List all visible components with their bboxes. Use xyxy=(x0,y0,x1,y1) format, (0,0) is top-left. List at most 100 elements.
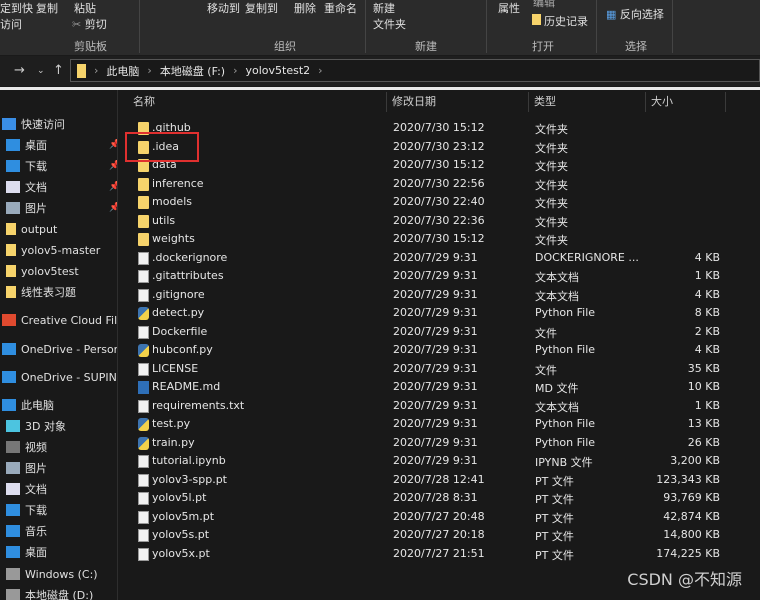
file-row[interactable]: data 2020/7/30 15:12 文件夹 xyxy=(130,156,730,174)
document-icon xyxy=(6,483,20,495)
file-row[interactable]: Dockerfile 2020/7/29 9:31 文件 2 KB xyxy=(130,323,730,341)
file-name: detect.py xyxy=(152,306,205,319)
breadcrumb-item[interactable]: yolov5test2 xyxy=(245,64,310,77)
sidebar-item[interactable]: yolov5test xyxy=(6,261,79,281)
file-row[interactable]: .idea 2020/7/30 23:12 文件夹 xyxy=(130,138,730,156)
file-row[interactable]: .gitignore 2020/7/29 9:31 文本文档 4 KB xyxy=(130,286,730,304)
file-row[interactable]: README.md 2020/7/29 9:31 MD 文件 10 KB xyxy=(130,378,730,396)
column-header-size[interactable]: 大小 xyxy=(646,92,726,112)
python-file-icon xyxy=(138,307,149,320)
file-row[interactable]: LICENSE 2020/7/29 9:31 文件 35 KB xyxy=(130,360,730,378)
recent-dropdown[interactable]: ⌄ xyxy=(37,66,45,76)
cut-button[interactable]: ✂ 剪切 xyxy=(72,16,107,32)
pin-quick-access-button[interactable]: 定到快 访问 xyxy=(0,0,33,32)
file-type: 文本文档 xyxy=(535,289,579,303)
python-file-icon xyxy=(138,436,149,450)
history-button[interactable]: 历史记录 xyxy=(532,13,588,29)
properties-button[interactable]: 属性 xyxy=(498,0,520,16)
sidebar-item[interactable]: 图片 📌 xyxy=(6,198,117,218)
sidebar-item[interactable]: 下载 xyxy=(6,500,47,520)
file-name: .gitignore xyxy=(152,287,205,301)
file-row[interactable]: .github 2020/7/30 15:12 文件夹 xyxy=(130,119,730,137)
edit-button[interactable]: 编辑 xyxy=(533,0,555,10)
pin-icon[interactable]: 📌 xyxy=(109,203,117,213)
file-name: utils xyxy=(152,213,176,227)
file-size: 13 KB xyxy=(687,417,720,430)
breadcrumb-item[interactable]: 此电脑 xyxy=(106,63,139,79)
sidebar-item-label: Creative Cloud Files xyxy=(21,313,118,327)
chevron-icon: › xyxy=(147,64,152,77)
sidebar-item[interactable]: 文档 📌 xyxy=(6,177,117,197)
file-row[interactable]: models 2020/7/30 22:40 文件夹 xyxy=(130,193,730,211)
file-row[interactable]: yolov3-spp.pt 2020/7/28 12:41 PT 文件 123,343… xyxy=(130,471,730,489)
file-date: 2020/7/27 21:51 xyxy=(393,546,485,560)
pin-icon[interactable]: 📌 xyxy=(109,161,117,171)
rename-button[interactable]: 重命名 xyxy=(324,0,357,16)
sidebar-item[interactable]: 线性表习题 xyxy=(6,282,76,302)
up-button[interactable]: ↑ xyxy=(53,63,64,78)
sidebar-item[interactable]: 视频 xyxy=(6,437,47,457)
file-row[interactable]: utils 2020/7/30 22:36 文件夹 xyxy=(130,212,730,230)
copy-button[interactable]: 复制 xyxy=(36,0,58,16)
file-row[interactable]: requirements.txt 2020/7/29 9:31 文本文档 1 KB xyxy=(130,397,730,415)
file-row[interactable]: weights 2020/7/30 15:12 文件夹 xyxy=(130,230,730,248)
new-folder-label-2: 文件夹 xyxy=(373,18,406,31)
file-row[interactable]: yolov5m.pt 2020/7/27 20:48 PT 文件 42,874 KB xyxy=(130,508,730,526)
sidebar-item[interactable]: yolov5-master xyxy=(6,240,100,260)
file-icon xyxy=(138,492,149,505)
file-row[interactable]: yolov5s.pt 2020/7/27 20:18 PT 文件 14,800 KB xyxy=(130,526,730,544)
file-date: 2020/7/29 9:31 xyxy=(393,361,478,375)
sidebar-item[interactable]: 快速访问 xyxy=(2,114,65,134)
pin-icon[interactable]: 📌 xyxy=(109,182,117,192)
copy-to-button[interactable]: 复制到 xyxy=(245,0,278,16)
file-row[interactable]: tutorial.ipynb 2020/7/29 9:31 IPYNB 文件 3,20… xyxy=(130,452,730,470)
sidebar-item[interactable]: 音乐 xyxy=(6,521,47,541)
file-row[interactable]: yolov5x.pt 2020/7/27 21:51 PT 文件 174,225 KB xyxy=(130,545,730,563)
sidebar-item[interactable]: 桌面 📌 xyxy=(6,135,117,155)
sidebar-item[interactable]: OneDrive - SUPINFO xyxy=(2,367,117,387)
sidebar-item-label: 图片 xyxy=(25,202,47,215)
sidebar-item-label: 线性表习题 xyxy=(21,286,76,299)
file-row[interactable]: yolov5l.pt 2020/7/28 8:31 PT 文件 93,769 KB xyxy=(130,489,730,507)
file-row[interactable]: train.py 2020/7/29 9:31 Python File 26 KB xyxy=(130,434,730,452)
breadcrumb-item[interactable]: 本地磁盘 (F:) xyxy=(160,63,225,79)
forward-button[interactable]: → xyxy=(14,63,25,78)
file-type: 文件夹 xyxy=(535,234,568,247)
column-header-date[interactable]: 修改日期 xyxy=(387,92,529,112)
file-size: 14,800 KB xyxy=(663,528,720,541)
file-icon xyxy=(138,362,149,376)
file-date: 2020/7/30 15:12 xyxy=(393,121,485,134)
sidebar-item[interactable]: 本地磁盘 (D:) xyxy=(6,585,93,600)
move-to-button[interactable]: 移动到 xyxy=(207,0,240,16)
file-type: Python File xyxy=(535,306,596,319)
file-row[interactable]: inference 2020/7/30 22:56 文件夹 xyxy=(130,175,730,193)
sidebar-item[interactable]: Windows (C:) xyxy=(6,564,98,584)
file-size: 1 KB xyxy=(694,269,720,282)
pin-icon[interactable]: 📌 xyxy=(109,140,117,150)
new-folder-button[interactable]: 新建 文件夹 xyxy=(373,0,406,32)
sidebar-item[interactable]: OneDrive - Personal xyxy=(2,339,117,359)
address-bar[interactable]: › 此电脑 › 本地磁盘 (F:) › yolov5test2 › xyxy=(70,59,760,82)
sidebar-item-label: 图片 xyxy=(25,462,47,475)
file-row[interactable]: hubconf.py 2020/7/29 9:31 Python File 4 KB xyxy=(130,341,730,359)
file-date: 2020/7/27 20:18 xyxy=(393,528,485,541)
file-date: 2020/7/29 9:31 xyxy=(393,343,478,356)
sidebar-item[interactable]: 此电脑 xyxy=(2,395,54,415)
file-row[interactable]: .dockerignore 2020/7/29 9:31 DOCKERIGNORE … xyxy=(130,249,730,267)
column-header-type[interactable]: 类型 xyxy=(529,92,646,112)
sidebar-item[interactable]: 图片 xyxy=(6,458,47,478)
delete-button[interactable]: 删除 xyxy=(294,0,316,16)
sidebar-item[interactable]: Creative Cloud Files xyxy=(2,310,118,330)
paste-button[interactable]: 粘贴 xyxy=(74,0,96,16)
invert-selection-button[interactable]: ▦ 反向选择 xyxy=(606,6,664,22)
sidebar-item[interactable]: output xyxy=(6,219,57,239)
column-header-name[interactable]: 名称 xyxy=(128,92,387,112)
file-row[interactable]: .gitattributes 2020/7/29 9:31 文本文档 1 KB xyxy=(130,267,730,285)
file-row[interactable]: test.py 2020/7/29 9:31 Python File 13 KB xyxy=(130,415,730,433)
file-row[interactable]: detect.py 2020/7/29 9:31 Python File 8 KB xyxy=(130,304,730,322)
sidebar-item[interactable]: 文档 xyxy=(6,479,47,499)
sidebar-item[interactable]: 3D 对象 xyxy=(6,416,66,436)
sidebar-item[interactable]: 下载 📌 xyxy=(6,156,117,176)
file-name: README.md xyxy=(152,380,221,393)
sidebar-item[interactable]: 桌面 xyxy=(6,542,47,562)
